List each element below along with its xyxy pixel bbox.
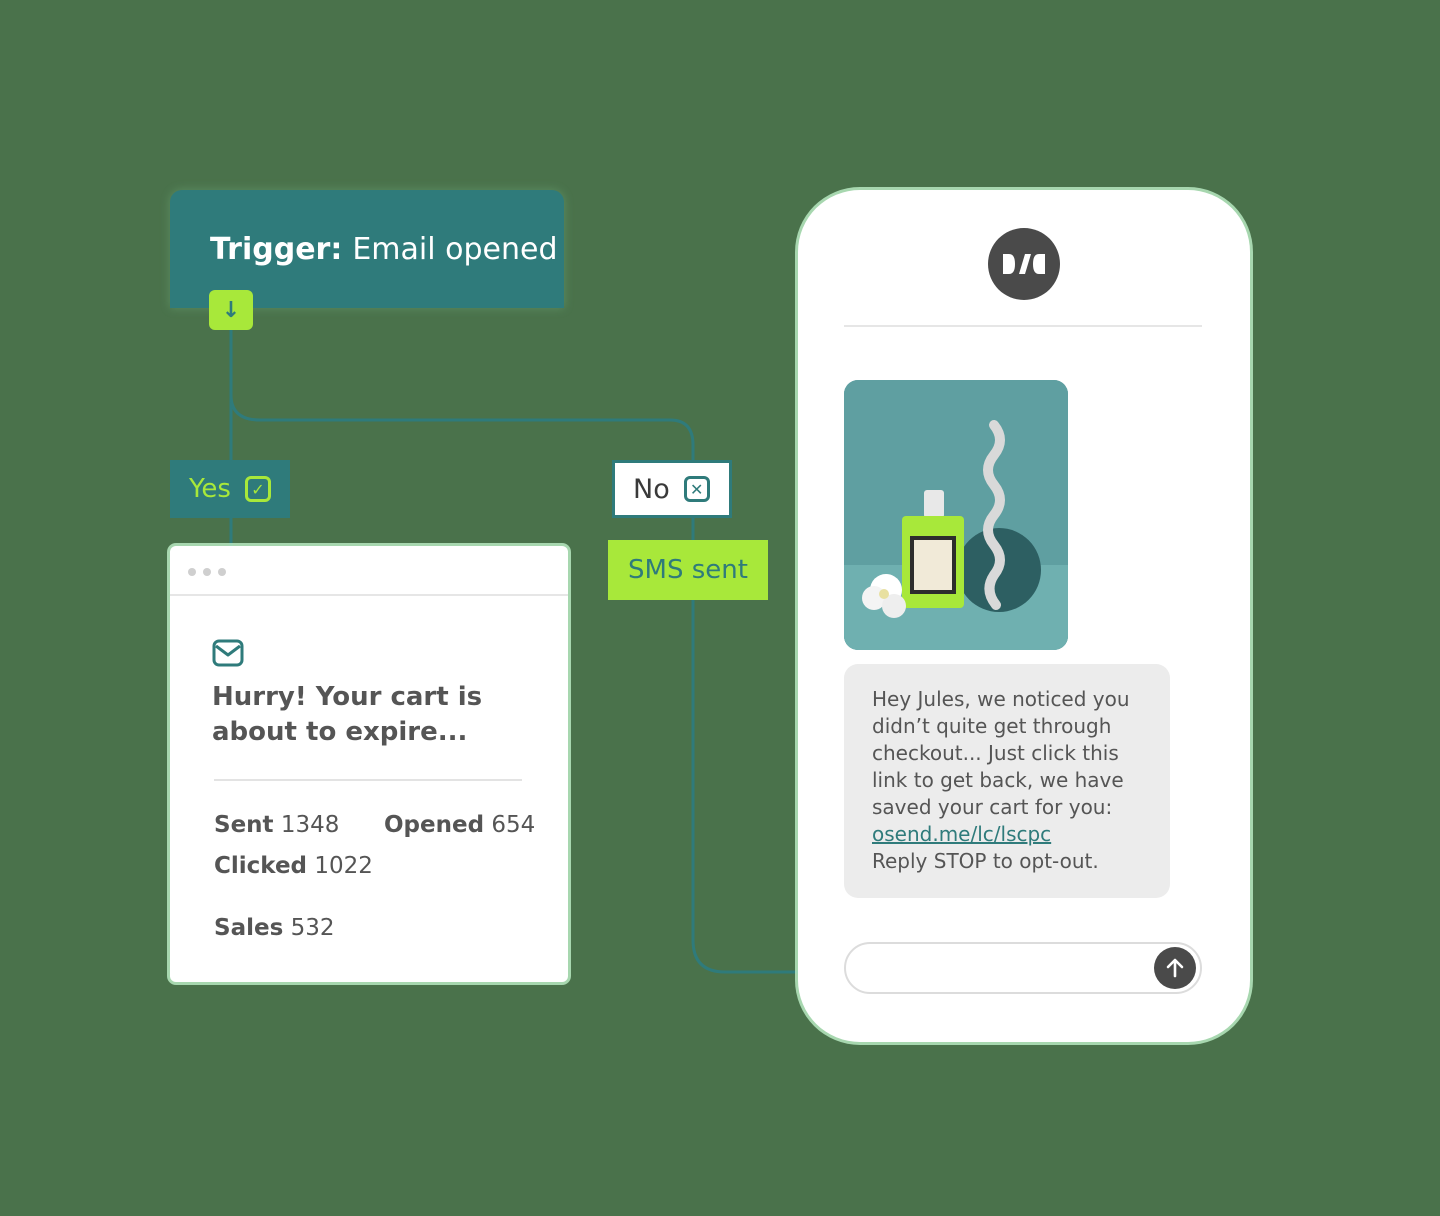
x-square-icon: ✕ bbox=[683, 476, 710, 502]
trigger-label: Trigger: bbox=[210, 231, 343, 267]
stat-sent-value: 1348 bbox=[280, 812, 340, 838]
stat-sales-label: Sales bbox=[214, 915, 284, 941]
email-subject: Hurry! Your cart is about to expire... bbox=[212, 682, 483, 747]
product-image bbox=[844, 380, 1068, 650]
stat-sales: Sales 532 bbox=[214, 915, 334, 941]
stat-sent: Sent 1348 bbox=[214, 812, 339, 838]
send-button[interactable] bbox=[1154, 947, 1196, 989]
arrow-up-icon bbox=[1166, 958, 1184, 978]
divider bbox=[844, 325, 1202, 327]
stat-sales-value: 532 bbox=[290, 915, 335, 941]
brand-logo-icon bbox=[988, 228, 1060, 300]
stat-opened-value: 654 bbox=[491, 812, 536, 838]
message-text: Hey Jules, we noticed you didn’t quite g… bbox=[872, 687, 1130, 819]
stat-sent-label: Sent bbox=[214, 812, 274, 838]
stat-clicked: Clicked 1022 bbox=[214, 853, 373, 879]
mail-icon bbox=[212, 639, 244, 667]
check-square-icon: ✓ bbox=[244, 476, 271, 502]
divider bbox=[214, 779, 522, 781]
stat-opened: Opened 654 bbox=[384, 812, 535, 838]
brand-logo-mark bbox=[1003, 254, 1045, 274]
message-link[interactable]: osend.me/lc/lscpc bbox=[872, 822, 1051, 846]
message-input[interactable] bbox=[844, 942, 1202, 994]
trigger-event: Email opened bbox=[352, 231, 558, 267]
email-card[interactable]: Hurry! Your cart is about to expire... S… bbox=[170, 546, 568, 982]
window-dot bbox=[218, 568, 226, 576]
stat-clicked-label: Clicked bbox=[214, 853, 308, 879]
yes-label: Yes bbox=[189, 474, 231, 504]
phone-mockup: Hey Jules, we noticed you didn’t quite g… bbox=[798, 190, 1250, 1042]
stat-clicked-value: 1022 bbox=[314, 853, 373, 879]
no-label: No bbox=[633, 473, 670, 505]
message-footer: Reply STOP to opt-out. bbox=[872, 849, 1099, 873]
window-dot bbox=[188, 568, 196, 576]
arrow-down-icon: ↓ bbox=[209, 290, 253, 330]
stat-opened-label: Opened bbox=[384, 812, 485, 838]
sms-sent-label: SMS sent bbox=[628, 555, 748, 585]
yes-branch-tag[interactable]: Yes ✓ bbox=[170, 460, 290, 518]
no-branch-tag[interactable]: No ✕ bbox=[612, 460, 732, 518]
sms-sent-tag[interactable]: SMS sent bbox=[608, 540, 768, 600]
email-window-bar bbox=[170, 546, 568, 596]
window-dot bbox=[203, 568, 211, 576]
product-illustration bbox=[844, 380, 1068, 650]
sms-message-bubble: Hey Jules, we noticed you didn’t quite g… bbox=[844, 664, 1170, 898]
